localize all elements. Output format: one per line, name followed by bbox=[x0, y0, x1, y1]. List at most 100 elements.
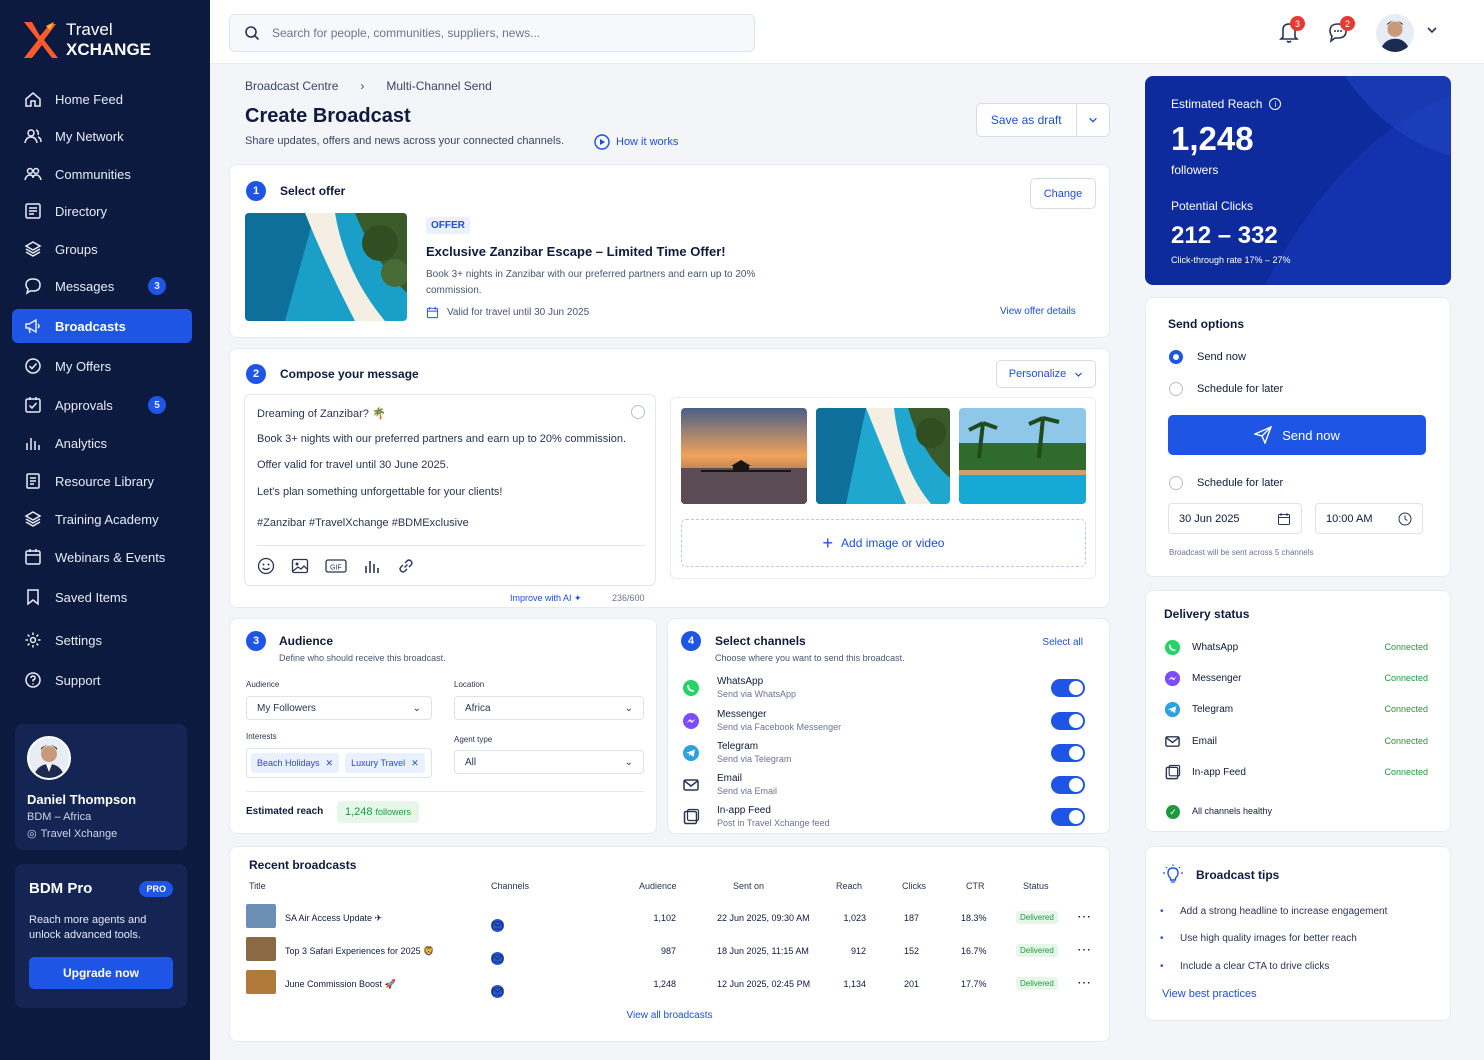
sidebar-item-messages[interactable]: Messages 3 bbox=[12, 269, 192, 303]
view-offer-details-link[interactable]: View offer details bbox=[1000, 306, 1076, 317]
media-thumb-pool[interactable] bbox=[959, 408, 1086, 504]
send-now-button[interactable]: Send now bbox=[1168, 415, 1426, 455]
directory-icon bbox=[25, 203, 41, 219]
sidebar-item-support[interactable]: Support bbox=[12, 663, 192, 697]
date-input[interactable]: 30 Jun 2025 bbox=[1168, 503, 1302, 534]
sidebar-item-directory[interactable]: Directory bbox=[12, 194, 192, 228]
broadcast-audience: 1,248 bbox=[653, 979, 676, 989]
notifications-button[interactable]: 3 bbox=[1278, 16, 1305, 47]
in-app-feed-icon bbox=[1164, 764, 1181, 784]
sidebar-badge: 5 bbox=[148, 396, 166, 414]
how-it-works-link[interactable]: How it works bbox=[594, 134, 678, 150]
messages-button[interactable]: 2 bbox=[1327, 16, 1355, 46]
sidebar-item-my-offers[interactable]: My Offers bbox=[12, 349, 192, 383]
breadcrumb-root[interactable]: Broadcast Centre bbox=[245, 79, 338, 93]
personalize-button[interactable]: Personalize bbox=[996, 360, 1096, 388]
send-now-radio[interactable]: Send now bbox=[1169, 350, 1246, 364]
schedule-radio-2[interactable]: Schedule for later bbox=[1169, 476, 1283, 490]
sidebar-item-broadcasts[interactable]: Broadcasts bbox=[12, 309, 192, 343]
sidebar-item-my-network[interactable]: My Network bbox=[12, 119, 192, 153]
audience-select[interactable]: My Followers ⌄ bbox=[246, 696, 432, 720]
media-thumb-sunset[interactable] bbox=[681, 408, 807, 504]
interests-input[interactable]: Beach Holidays ✕ Luxury Travel ✕ bbox=[246, 748, 432, 778]
image-icon[interactable] bbox=[291, 557, 309, 575]
improve-ai-link[interactable]: Improve with AI ✦ bbox=[510, 593, 582, 604]
gif-icon[interactable]: GIF bbox=[325, 557, 347, 575]
channels-title: Select channels bbox=[715, 634, 806, 648]
change-offer-button[interactable]: Change bbox=[1030, 178, 1096, 209]
sidebar-item-saved-items[interactable]: Saved Items bbox=[12, 580, 192, 614]
emoji-icon[interactable] bbox=[257, 557, 275, 575]
search-input[interactable]: Search for people, communities, supplier… bbox=[229, 14, 755, 52]
location-select[interactable]: Africa ⌄ bbox=[454, 696, 644, 720]
message-textarea[interactable]: Dreaming of Zanzibar? 🌴 Book 3+ nights w… bbox=[244, 394, 656, 586]
layers-icon bbox=[24, 241, 42, 257]
user-avatar[interactable] bbox=[1376, 14, 1414, 52]
offer-desc-2: commission. bbox=[426, 285, 482, 296]
message-count: 2 bbox=[1340, 16, 1355, 31]
profile-card[interactable]: Daniel Thompson BDM – Africa ◎ Travel Xch… bbox=[15, 724, 187, 850]
brand-logo[interactable]: Travel XCHANGE bbox=[20, 20, 151, 60]
delivery-channel-name: Email bbox=[1192, 736, 1218, 747]
info-icon[interactable]: i bbox=[1269, 98, 1282, 110]
more-options-icon[interactable]: ⋯ bbox=[1077, 941, 1091, 958]
more-options-icon[interactable]: ⋯ bbox=[1077, 974, 1091, 991]
library-icon bbox=[26, 473, 40, 489]
sidebar-item-home-feed[interactable]: Home Feed bbox=[12, 82, 192, 116]
broadcast-reach: 912 bbox=[850, 946, 866, 956]
broadcast-audience: 987 bbox=[660, 946, 676, 956]
sidebar-item-webinars-events[interactable]: Webinars & Events bbox=[12, 540, 192, 574]
channel-toggle[interactable] bbox=[1051, 776, 1085, 794]
sidebar-item-analytics[interactable]: Analytics bbox=[12, 426, 192, 460]
add-media-button[interactable]: + Add image or video bbox=[681, 519, 1086, 567]
chevron-down-icon[interactable] bbox=[1426, 24, 1438, 39]
delivery-status-panel: Delivery status WhatsApp Connected Messe… bbox=[1145, 590, 1451, 832]
view-best-practices-link[interactable]: View best practices bbox=[1162, 988, 1257, 1000]
link-icon[interactable] bbox=[397, 557, 415, 575]
remove-chip-icon[interactable]: ✕ bbox=[326, 758, 334, 769]
pro-card: BDM Pro PRO Reach more agents and unlock… bbox=[15, 864, 187, 1008]
table-row[interactable]: SA Air Access Update ✈ 1,102 22 Jun 2025… bbox=[244, 902, 1110, 932]
remove-chip-icon[interactable]: ✕ bbox=[411, 758, 419, 769]
agent-type-select[interactable]: All ⌄ bbox=[454, 750, 644, 774]
media-thumb-beach[interactable] bbox=[816, 408, 950, 504]
more-options-icon[interactable]: ⋯ bbox=[1077, 908, 1091, 925]
sidebar-item-groups[interactable]: Groups bbox=[12, 232, 192, 266]
sidebar-item-settings[interactable]: Settings bbox=[12, 623, 192, 657]
email-icon bbox=[491, 952, 504, 967]
time-input[interactable]: 10:00 AM bbox=[1315, 503, 1423, 534]
sidebar-item-label: Groups bbox=[55, 241, 98, 257]
interest-chip[interactable]: Luxury Travel ✕ bbox=[345, 753, 425, 773]
upgrade-button[interactable]: Upgrade now bbox=[29, 957, 173, 989]
offer-name: Exclusive Zanzibar Escape – Limited Time… bbox=[426, 244, 726, 259]
channel-toggle[interactable] bbox=[1051, 808, 1085, 826]
table-row[interactable]: Top 3 Safari Experiences for 2025 🦁 987 … bbox=[244, 935, 1110, 965]
channel-toggle[interactable] bbox=[1051, 712, 1085, 730]
sidebar-item-label: Resource Library bbox=[55, 473, 154, 489]
schedule-radio[interactable]: Schedule for later bbox=[1169, 382, 1283, 396]
save-draft-button[interactable]: Save as draft bbox=[976, 103, 1110, 137]
home-icon bbox=[25, 92, 41, 107]
academy-icon bbox=[24, 511, 42, 527]
table-row[interactable]: June Commission Boost 🚀 1,248 12 Jun 202… bbox=[244, 968, 1110, 998]
avatar[interactable] bbox=[27, 736, 71, 780]
profile-name: Daniel Thompson bbox=[27, 792, 137, 807]
view-all-broadcasts-link[interactable]: View all broadcasts bbox=[230, 1010, 1109, 1021]
sidebar-item-training-academy[interactable]: Training Academy bbox=[12, 502, 192, 536]
poll-icon[interactable] bbox=[363, 557, 381, 575]
reach-unit: followers bbox=[1171, 163, 1219, 177]
select-all-link[interactable]: Select all bbox=[1042, 637, 1083, 648]
sidebar-item-approvals[interactable]: Approvals 5 bbox=[12, 388, 192, 422]
breadcrumb-separator: › bbox=[360, 79, 365, 93]
sidebar-item-label: Training Academy bbox=[55, 511, 159, 527]
draft-chevron-down-icon[interactable] bbox=[1075, 104, 1110, 136]
sidebar-item-communities[interactable]: Communities bbox=[12, 157, 192, 191]
location-value: Africa bbox=[465, 702, 491, 714]
channel-toggle[interactable] bbox=[1051, 679, 1085, 697]
whatsapp-icon bbox=[682, 679, 700, 697]
channel-toggle[interactable] bbox=[1051, 744, 1085, 762]
expand-icon[interactable] bbox=[631, 405, 645, 419]
sidebar-item-resource-library[interactable]: Resource Library bbox=[12, 464, 192, 498]
interest-chip[interactable]: Beach Holidays ✕ bbox=[251, 753, 340, 773]
col-status: Status bbox=[1023, 881, 1049, 891]
